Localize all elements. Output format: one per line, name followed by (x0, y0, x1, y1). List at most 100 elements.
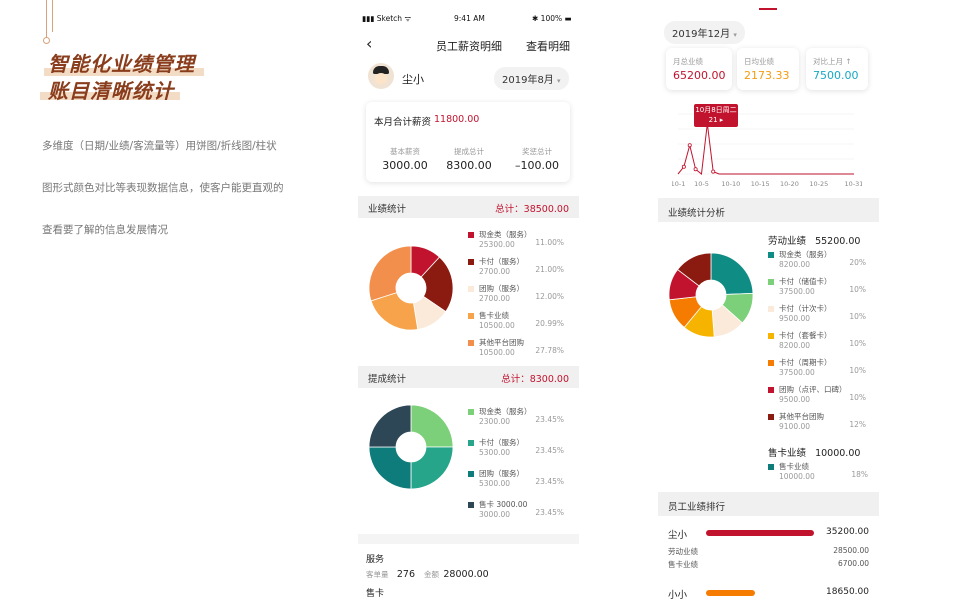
legend-item: 售卡业绩 10000.00 18% (768, 461, 868, 481)
legend-swatch (768, 387, 774, 393)
chart-tooltip: 10月8日周二 21 ▸ (694, 104, 738, 127)
x-tick-label: 10-15 (751, 180, 770, 188)
kpi-card: 日均业绩 2173.33 (737, 48, 799, 90)
legend-pct: 23.45% (535, 508, 564, 517)
legend-pct: 10% (849, 339, 866, 348)
series-line (677, 123, 854, 175)
legend-name: 团购（服务） (479, 469, 524, 478)
rank-sub-label: 售卡业绩 (668, 560, 698, 569)
legend-item: 卡付（套餐卡） 8200.00 10% (768, 330, 866, 350)
legend-value: 2300.00 (479, 417, 511, 426)
x-tick-label: 10-1 (672, 180, 685, 188)
legend-pct: 10% (849, 285, 866, 294)
legend-name: 其他平台团购 (479, 338, 524, 347)
legend-swatch (468, 232, 474, 238)
month-select[interactable]: 2019年8月 ▾ (494, 67, 569, 90)
labor-perf: 劳动业绩 55200.00 (768, 236, 861, 247)
intro-line-1: 多维度（日期/业绩/客流量等）用饼图/折线图/柱状 (42, 140, 277, 152)
donut-slice (710, 252, 754, 295)
salary-total: 11800.00 (434, 114, 480, 125)
intro-line-2: 图形式颜色对比等表现数据信息，使客户能更直观的 (42, 182, 284, 194)
comm-header: 提成统计 总计：8300.00 (358, 366, 579, 388)
legend-value: 9500.00 (779, 314, 811, 323)
donut-slice (410, 446, 454, 490)
intro-line-3: 查看要了解的信息发展情况 (42, 224, 168, 236)
legend-swatch (468, 313, 474, 319)
legend-name: 现金类（服务） (779, 250, 832, 259)
legend-item: 卡付（储值卡） 37500.00 10% (768, 276, 866, 296)
status-time: 9:41 AM (454, 14, 485, 23)
legend-swatch (468, 440, 474, 446)
legend-pct: 12% (849, 420, 866, 429)
legend-item: 现金类（服务） 25300.00 11.00% (468, 229, 564, 249)
analysis-header: 业绩统计分析 (658, 198, 879, 222)
x-tick-label: 10-5 (694, 180, 709, 188)
legend-item: 现金类（服务） 2300.00 23.45% (468, 406, 564, 426)
salary-card: 本月合计薪资 11800.00 基本薪资 3000.00 提成总计 8300.0… (366, 102, 570, 182)
salary-screen: ▮▮▮ Sketch ᯤ 9:41 AM ✱ 100% ▬ ‹ 员工薪资明细 查… (358, 0, 579, 600)
legend-pct: 27.78% (535, 346, 564, 355)
legend-name: 其他平台团购 (779, 412, 824, 421)
legend-pct: 23.45% (535, 477, 564, 486)
kpi-card: 月总业绩 65200.00 (666, 48, 732, 90)
legend-name: 售卡 3000.00 (479, 500, 528, 509)
legend-pct: 10% (849, 366, 866, 375)
status-battery: ✱ 100% ▬ (532, 14, 572, 23)
legend-name: 卡付（周期卡） (779, 358, 832, 367)
legend-pct: 10% (849, 312, 866, 321)
legend-swatch (768, 333, 774, 339)
rank-total: 18650.00 (826, 587, 869, 597)
legend-value: 3000.00 (479, 510, 511, 519)
legend-name: 卡付（储值卡） (779, 277, 832, 286)
back-icon[interactable]: ‹ (366, 34, 372, 53)
legend-name: 团购（点评、口碑） (779, 385, 847, 394)
legend-pct: 12.00% (535, 292, 564, 301)
analysis-donut (668, 252, 754, 338)
view-detail-link[interactable]: 查看明细 (526, 38, 570, 54)
legend-item: 团购（服务） 5300.00 23.45% (468, 468, 564, 488)
legend-swatch (468, 340, 474, 346)
legend-item: 卡付（服务） 5300.00 23.45% (468, 437, 564, 457)
amount: 金额 28000.00 (424, 569, 489, 580)
legend-name: 卡付（服务） (479, 257, 524, 266)
legend-item: 现金类（服务） 8200.00 20% (768, 249, 866, 269)
legend-name: 卡付（服务） (479, 438, 524, 447)
x-tick-label: 10-25 (809, 180, 828, 188)
rank-bar (706, 530, 814, 536)
donut-slice (368, 446, 412, 490)
legend-value: 37500.00 (779, 368, 815, 377)
salary-item: 提成总计 8300.00 (446, 147, 492, 172)
avatar (368, 63, 394, 89)
donut-slice (368, 404, 412, 448)
legend-item: 团购（点评、口碑） 9500.00 10% (768, 384, 866, 404)
legend-value: 5300.00 (479, 448, 511, 457)
legend-value: 25300.00 (479, 240, 515, 249)
legend-pct: 10% (849, 393, 866, 402)
legend-swatch (768, 306, 774, 312)
deco-dot (43, 37, 50, 44)
legend-item: 售卡业绩 10500.00 20.99% (468, 310, 564, 330)
legend-value: 10500.00 (479, 348, 515, 357)
service-label: 服务 (366, 555, 385, 565)
legend-name: 现金类（服务） (479, 407, 532, 416)
rank-bar (706, 590, 755, 596)
legend-pct: 21.00% (535, 265, 564, 274)
rank-name: 小小 (668, 590, 688, 601)
order-count: 客单量 276 (366, 569, 416, 580)
legend-pct: 20.99% (535, 319, 564, 328)
legend-pct: 20% (849, 258, 866, 267)
legend-swatch (468, 286, 474, 292)
salary-item: 基本薪资 3000.00 (382, 147, 428, 172)
month-select[interactable]: 2019年12月 ▾ (664, 21, 745, 44)
rank-sub-value: 28500.00 (833, 546, 869, 555)
deco-line (46, 0, 47, 38)
legend-item: 其他平台团购 9100.00 12% (768, 411, 866, 431)
legend-swatch (468, 259, 474, 265)
hero-title-2: 账目清晰统计 (48, 79, 174, 103)
legend-name: 现金类（服务） (479, 230, 532, 239)
data-point (711, 169, 716, 174)
legend-value: 10500.00 (479, 321, 515, 330)
rank-sub-value: 6700.00 (837, 559, 869, 568)
legend-swatch (468, 502, 474, 508)
legend-value: 8200.00 (779, 341, 811, 350)
